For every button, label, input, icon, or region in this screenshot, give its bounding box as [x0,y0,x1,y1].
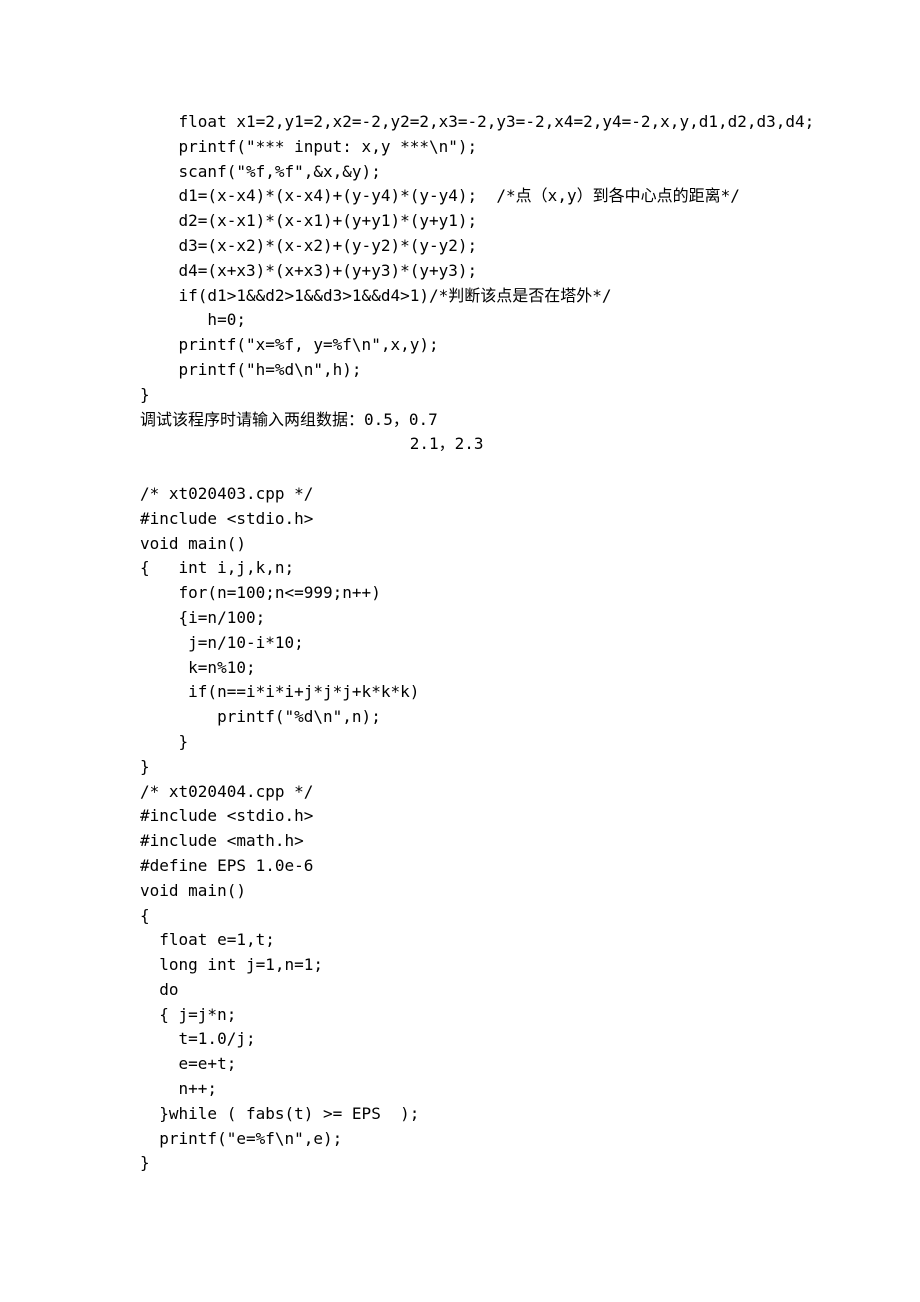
code-line: { int i,j,k,n; [140,556,790,581]
code-line: #include <stdio.h> [140,804,790,829]
code-line: 2.1，2.3 [140,432,790,457]
code-line: k=n%10; [140,656,790,681]
code-line: d1=(x-x4)*(x-x4)+(y-y4)*(y-y4); /*点（x,y）… [140,184,790,209]
code-line: void main() [140,879,790,904]
code-line [140,457,790,482]
code-line: printf("%d\n",n); [140,705,790,730]
code-line: #include <stdio.h> [140,507,790,532]
code-line: }while ( fabs(t) >= EPS ); [140,1102,790,1127]
code-line: n++; [140,1077,790,1102]
code-line: j=n/10-i*10; [140,631,790,656]
code-line: /* xt020404.cpp */ [140,780,790,805]
code-line: #include <math.h> [140,829,790,854]
code-line: 调试该程序时请输入两组数据：0.5，0.7 [140,408,790,433]
code-line: if(d1>1&&d2>1&&d3>1&&d4>1)/*判断该点是否在塔外*/ [140,284,790,309]
code-line: {i=n/100; [140,606,790,631]
code-line: } [140,383,790,408]
code-line: } [140,1151,790,1176]
code-line: printf("*** input: x,y ***\n"); [140,135,790,160]
code-line: for(n=100;n<=999;n++) [140,581,790,606]
code-line: void main() [140,532,790,557]
code-line: e=e+t; [140,1052,790,1077]
code-line: printf("h=%d\n",h); [140,358,790,383]
document-page: float x1=2,y1=2,x2=-2,y2=2,x3=-2,y3=-2,x… [0,0,920,1236]
code-line: } [140,730,790,755]
code-line: { [140,904,790,929]
code-line: { j=j*n; [140,1003,790,1028]
code-line: d4=(x+x3)*(x+x3)+(y+y3)*(y+y3); [140,259,790,284]
code-line: d3=(x-x2)*(x-x2)+(y-y2)*(y-y2); [140,234,790,259]
code-line: scanf("%f,%f",&x,&y); [140,160,790,185]
code-line: /* xt020403.cpp */ [140,482,790,507]
code-line: printf("e=%f\n",e); [140,1127,790,1152]
code-line: if(n==i*i*i+j*j*j+k*k*k) [140,680,790,705]
code-line: long int j=1,n=1; [140,953,790,978]
code-line: do [140,978,790,1003]
code-line: } [140,755,790,780]
code-line: t=1.0/j; [140,1027,790,1052]
code-line: float x1=2,y1=2,x2=-2,y2=2,x3=-2,y3=-2,x… [140,110,790,135]
code-line: d2=(x-x1)*(x-x1)+(y+y1)*(y+y1); [140,209,790,234]
code-line: float e=1,t; [140,928,790,953]
code-line: #define EPS 1.0e-6 [140,854,790,879]
code-line: printf("x=%f, y=%f\n",x,y); [140,333,790,358]
code-line: h=0; [140,308,790,333]
